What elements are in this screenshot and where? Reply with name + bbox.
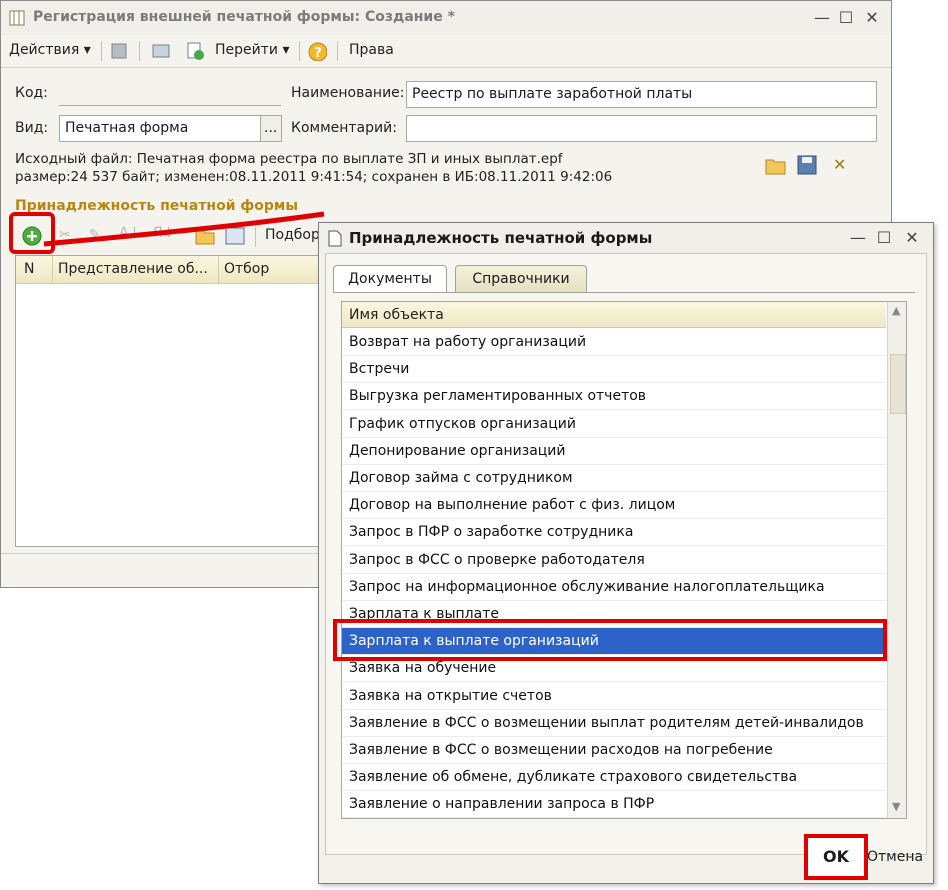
document-icon (328, 230, 342, 247)
help-icon[interactable]: ? (307, 41, 327, 61)
dialog-maximize-icon[interactable]: ☐ (873, 227, 895, 249)
close-icon[interactable]: ✕ (861, 7, 883, 29)
code-field[interactable] (59, 83, 281, 106)
column-filter[interactable]: Отбор (224, 261, 269, 277)
toolbar-separator (299, 41, 300, 61)
list-item[interactable]: График отпусков организаций (342, 411, 886, 438)
scroll-thumb[interactable] (890, 354, 906, 414)
list-item[interactable]: Депонирование организаций (342, 438, 886, 465)
source-file-text: Исходный файл: Печатная форма реестра по… (15, 151, 563, 167)
column-divider (218, 256, 219, 283)
column-divider (52, 256, 53, 283)
delete-icon[interactable]: ✕ (833, 155, 846, 174)
list-item[interactable]: Запрос в ФСС о проверке работодателя (342, 547, 886, 574)
list-item[interactable]: Заявление об обмене, дубликате страховог… (342, 764, 886, 792)
dialog-close-icon[interactable]: ✕ (901, 227, 923, 249)
list-item[interactable]: Заявление в ФСС о возмещении расходов на… (342, 737, 886, 764)
list-header[interactable]: Имя объекта (342, 302, 886, 328)
list-item[interactable]: Договор займа с сотрудником (342, 465, 886, 492)
code-label: Код: (15, 85, 48, 101)
kind-select-button[interactable]: ... (260, 115, 282, 142)
cancel-button[interactable]: Отмена (867, 849, 923, 865)
dialog-title: Принадлежность печатной формы (349, 229, 653, 247)
list-item[interactable]: Заявка на открытие счетов (342, 683, 886, 710)
list-item[interactable]: Заявление в ФСС о возмещении выплат роди… (342, 710, 886, 737)
maximize-icon[interactable]: ☐ (835, 7, 857, 29)
list-icon[interactable] (151, 41, 171, 61)
belonging-dialog: Принадлежность печатной формы — ☐ ✕ Доку… (318, 222, 934, 884)
list-item[interactable]: Запрос в ПФР о заработке сотрудника (342, 519, 886, 547)
list-item[interactable]: Возврат на работу организаций (342, 329, 886, 356)
copy-doc-icon[interactable] (185, 41, 205, 61)
list-item[interactable]: Запрос на информационное обслуживание на… (342, 574, 886, 601)
tab-baseline (333, 292, 915, 293)
toolbar-separator (101, 41, 102, 61)
form-icon (9, 10, 25, 26)
name-field[interactable]: Реестр по выплате заработной платы (406, 81, 877, 108)
scroll-up-icon[interactable]: ▲ (892, 304, 900, 317)
name-label: Наименование: (291, 85, 405, 101)
column-representation[interactable]: Представление об... (58, 261, 208, 277)
kind-field[interactable]: Печатная форма (59, 115, 261, 142)
rights-button[interactable]: Права (349, 42, 394, 58)
goto-menu[interactable]: Перейти ▾ (215, 42, 289, 58)
minimize-icon[interactable]: — (811, 7, 833, 29)
scroll-down-icon[interactable]: ▼ (892, 800, 900, 813)
comment-field[interactable] (406, 115, 877, 142)
dialog-title-bar: Принадлежность печатной формы — ☐ ✕ (319, 223, 933, 253)
annotation-line (43, 211, 325, 247)
save-icon[interactable] (797, 155, 817, 175)
vertical-scrollbar[interactable]: ▲ ▼ (887, 302, 906, 818)
comment-label: Комментарий: (291, 120, 397, 136)
toolbar-separator (139, 41, 140, 61)
toolbar-separator (337, 41, 338, 61)
list-item[interactable]: Договор на выполнение работ с физ. лицом (342, 492, 886, 520)
main-toolbar: Действия ▾ Перейти ▾ ? Права (1, 35, 891, 68)
kind-label: Вид: (15, 120, 49, 136)
tab-catalogs[interactable]: Справочники (455, 265, 587, 293)
list-item[interactable]: Заявление о направлении запроса в ПФР (342, 791, 886, 818)
main-title-bar: Регистрация внешней печатной формы: Созд… (1, 1, 891, 36)
file-meta-text: размер:24 537 байт; изменен:08.11.2011 9… (15, 169, 613, 185)
dialog-minimize-icon[interactable]: — (847, 227, 869, 249)
column-n[interactable]: N (24, 261, 34, 277)
write-icon[interactable] (109, 41, 129, 61)
belonging-table: N Представление об... Отбор (15, 255, 323, 547)
tab-documents[interactable]: Документы (333, 265, 447, 293)
object-list: Имя объекта Возврат на работу организаци… (341, 301, 907, 819)
ok-button-highlight (804, 834, 868, 880)
open-folder-icon[interactable] (765, 155, 787, 175)
actions-menu[interactable]: Действия ▾ (9, 42, 91, 58)
list-item[interactable]: Встречи (342, 356, 886, 384)
selected-row-highlight (333, 619, 887, 661)
list-item[interactable]: Выгрузка регламентированных отчетов (342, 383, 886, 411)
main-window-title: Регистрация внешней печатной формы: Созд… (33, 9, 455, 25)
svg-text:?: ? (314, 46, 322, 61)
